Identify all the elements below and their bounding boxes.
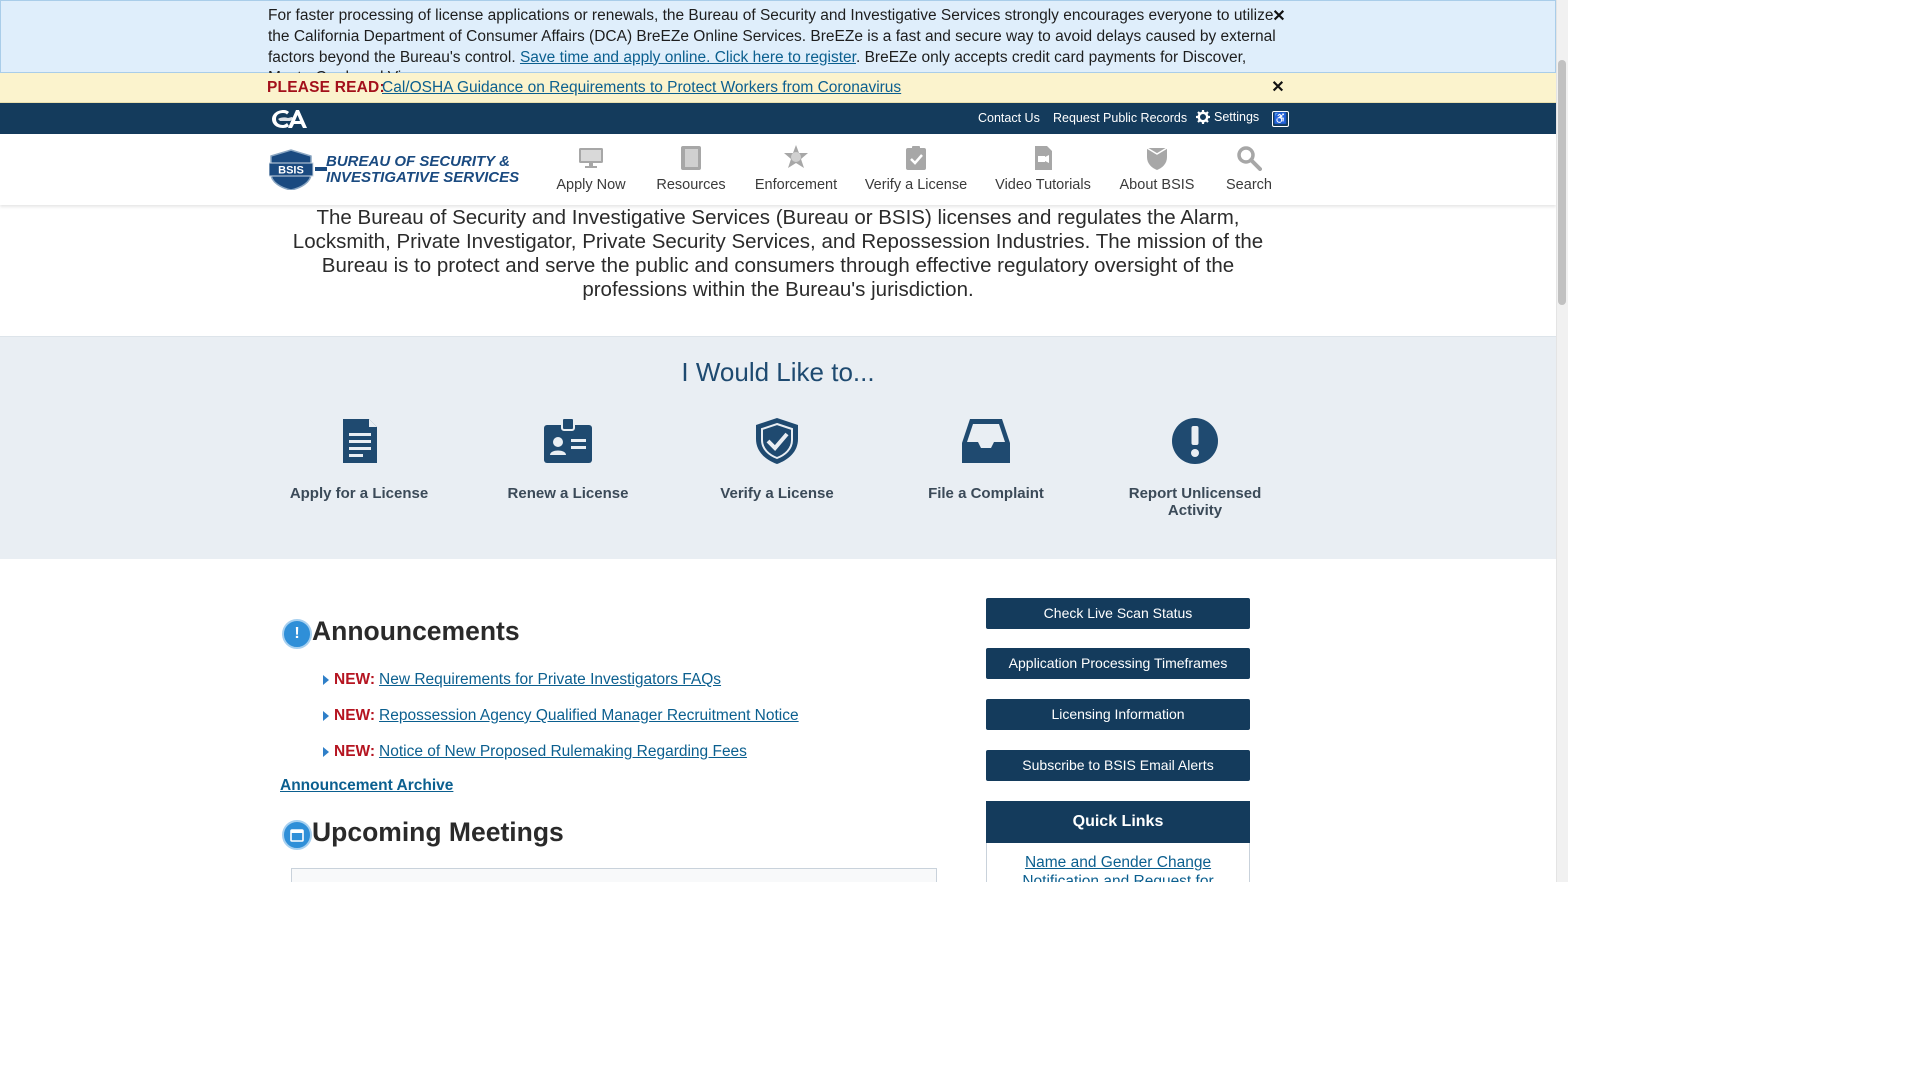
licensing-information-button[interactable]: Licensing Information [986,699,1250,730]
settings-button[interactable]: Settings [1196,110,1259,124]
monitor-icon [579,148,603,168]
announcement-item: NEW: Repossession Agency Qualified Manag… [323,707,799,725]
contact-us-link[interactable]: Contact Us [978,111,1040,125]
upcoming-meetings-heading: Upcoming Meetings [312,817,564,847]
utility-bar: Contact Us Request Public Records Settin… [0,103,1556,134]
star-badge-icon [784,145,808,168]
nav-label: Resources [656,177,726,193]
ca-gov-logo-icon[interactable] [270,106,310,131]
calosha-guidance-link[interactable]: Cal/OSHA Guidance on Requirements to Pro… [382,79,901,97]
check-live-scan-button[interactable]: Check Live Scan Status [986,598,1250,629]
bsis-logo[interactable]: BSIS BUREAU OF SECURITY & INVESTIGATIVE … [269,148,533,190]
nav-resources[interactable]: Resources [656,134,726,205]
page-scrollbar[interactable] [1556,0,1568,882]
nav-label: Enforcement [754,177,838,193]
calendar-glyph-icon [290,829,304,842]
close-alert-icon[interactable]: ✕ [1270,80,1286,96]
exclamation-icon [1172,418,1218,464]
file-complaint-tile[interactable]: File a Complaint [901,417,1071,502]
i-would-like-to-section: I Would Like to... Apply for a License R… [0,336,1556,559]
video-file-icon [1035,146,1052,170]
quick-link-name-change[interactable]: Name and Gender Change Notification and … [1022,854,1213,882]
inbox-icon [962,419,1010,463]
nav-search[interactable]: Search [1224,134,1274,205]
brand-badge-text: BSIS [278,165,304,177]
tile-label: File a Complaint [928,485,1044,502]
please-read-label: PLEASE READ: [267,79,385,96]
announcement-archive-link[interactable]: Announcement Archive [280,777,453,795]
nav-label: About BSIS [1119,177,1195,193]
breeze-info-banner: For faster processing of license applica… [0,0,1556,86]
book-icon [681,146,701,170]
shield-check-icon [756,418,798,464]
calendar-icon [282,820,312,850]
nav-label: Apply Now [556,177,626,193]
id-badge-icon [544,417,592,463]
nav-apply-now[interactable]: Apply Now [556,134,626,205]
meetings-box [291,868,937,882]
nav-label: Verify a License [864,177,968,193]
nav-about-bsis[interactable]: About BSIS [1120,134,1194,205]
tile-label: Report Unlicensed Activity [1128,485,1262,519]
bullet-arrow-icon [323,711,329,721]
tile-label: Apply for a License [289,485,429,502]
new-tag: NEW: [334,743,376,760]
gear-icon [1196,110,1210,124]
announcement-link[interactable]: New Requirements for Private Investigato… [379,671,721,689]
settings-label: Settings [1214,110,1260,124]
public-records-link[interactable]: Request Public Records [1053,111,1187,125]
site-header: BSIS BUREAU OF SECURITY & INVESTIGATIVE … [0,134,1556,205]
quick-links-heading: Quick Links [986,801,1250,843]
apply-for-license-tile[interactable]: Apply for a License [274,417,444,502]
verify-license-tile[interactable]: Verify a License [692,417,862,502]
quick-links-list: Name and Gender Change Notification and … [986,843,1250,882]
nav-label: Search [1226,177,1272,193]
announcement-item: NEW: Notice of New Proposed Rulemaking R… [323,743,747,761]
register-link[interactable]: Save time and apply online. Click here t… [520,49,856,66]
nav-enforcement[interactable]: Enforcement [755,134,837,205]
tile-label: Verify a License [720,485,834,502]
document-icon [343,419,377,463]
announcement-link[interactable]: Notice of New Proposed Rulemaking Regard… [379,743,747,761]
renew-license-tile[interactable]: Renew a License [483,417,653,502]
i-would-like-to-title: I Would Like to... [681,357,875,387]
scrollbar-thumb[interactable] [1558,60,1566,305]
nav-label: Video Tutorials [995,177,1091,193]
brand-line-1: BUREAU OF SECURITY & [326,153,510,170]
email-alerts-button[interactable]: Subscribe to BSIS Email Alerts [986,750,1250,781]
clipboard-check-icon [906,146,926,170]
new-tag: NEW: [334,671,376,688]
shield-crest-icon [1146,147,1168,170]
processing-timeframes-button[interactable]: Application Processing Timeframes [986,648,1250,679]
report-unlicensed-tile[interactable]: Report Unlicensed Activity [1110,417,1280,519]
intro-paragraph: The Bureau of Security and Investigative… [292,206,1264,301]
nav-verify-license[interactable]: Verify a License [864,134,968,205]
announcement-item: NEW: New Requirements for Private Invest… [323,671,721,689]
close-banner-icon[interactable]: ✕ [1271,9,1287,25]
tile-label: Renew a License [507,485,629,502]
page: For faster processing of license applica… [0,0,1556,882]
wheelchair-icon[interactable]: ♿ [1272,111,1289,127]
brand-line-2: INVESTIGATIVE SERVICES [326,169,519,186]
announcement-link[interactable]: Repossession Agency Qualified Manager Re… [379,707,799,725]
please-read-banner: PLEASE READ: Cal/OSHA Guidance on Requir… [0,73,1556,103]
search-icon [1237,146,1262,171]
bullet-arrow-icon [323,675,329,685]
new-tag: NEW: [334,707,376,724]
announcement-exclamation-icon: ! [282,619,312,649]
nav-video-tutorials[interactable]: Video Tutorials [995,134,1091,205]
announcements-heading: Announcements [312,616,520,646]
bullet-arrow-icon [323,747,329,757]
